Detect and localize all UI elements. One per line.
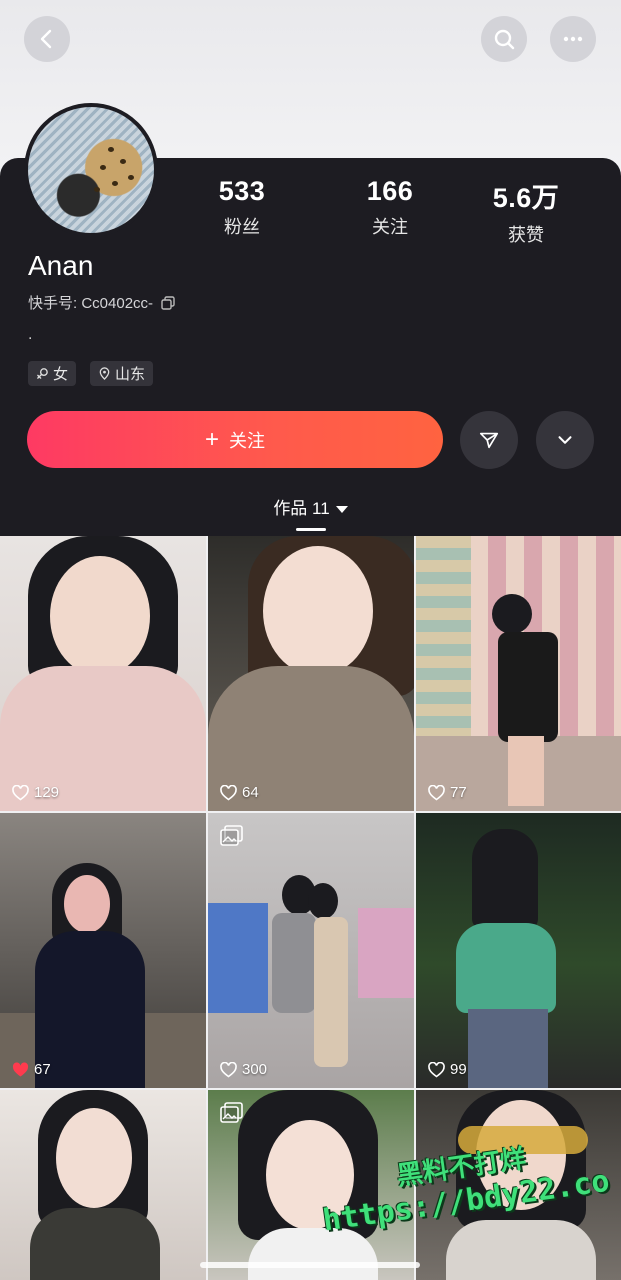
message-button[interactable] bbox=[460, 411, 518, 469]
photo-legs bbox=[508, 736, 544, 806]
likes-label: 获赞 bbox=[508, 225, 544, 245]
photo-person bbox=[314, 917, 348, 1067]
profile-name: Anan bbox=[28, 250, 94, 281]
work-item[interactable]: 99 bbox=[416, 813, 621, 1088]
user-id-row: 快手号: Cc0402cc- bbox=[28, 292, 175, 313]
gallery-multi-icon bbox=[220, 825, 243, 846]
like-count: 64 bbox=[220, 784, 259, 801]
works-tab-underline bbox=[296, 528, 326, 531]
follow-button[interactable]: + 关注 bbox=[27, 411, 443, 468]
chevron-left-icon bbox=[40, 29, 52, 49]
more-options-button[interactable] bbox=[550, 16, 596, 62]
heart-icon bbox=[12, 784, 29, 800]
photo-face bbox=[56, 1108, 132, 1208]
work-item[interactable]: 129 bbox=[0, 536, 206, 811]
profile-bio: . bbox=[28, 326, 33, 343]
following-label: 关注 bbox=[372, 217, 408, 237]
followers-label: 粉丝 bbox=[224, 217, 260, 237]
like-count-value: 67 bbox=[34, 1061, 51, 1078]
follow-button-label: 关注 bbox=[229, 430, 265, 451]
work-item[interactable]: 64 bbox=[208, 536, 414, 811]
user-id-text: 快手号: Cc0402cc- bbox=[28, 295, 154, 312]
back-button[interactable] bbox=[24, 16, 70, 62]
photo-top bbox=[446, 1220, 596, 1280]
stat-following[interactable]: 166 关注 bbox=[330, 176, 450, 239]
like-count: 129 bbox=[12, 784, 59, 801]
following-count: 166 bbox=[366, 176, 414, 206]
likes-count: 5.6万 bbox=[492, 183, 560, 213]
like-count: 300 bbox=[220, 1061, 267, 1078]
heart-icon bbox=[428, 1061, 445, 1077]
photo-shirt bbox=[248, 1228, 378, 1280]
heart-icon bbox=[220, 1061, 237, 1077]
gallery-multi-icon bbox=[220, 1102, 243, 1123]
more-dots-icon bbox=[563, 36, 583, 42]
work-item[interactable]: 77 bbox=[416, 536, 621, 811]
like-count-value: 77 bbox=[450, 784, 467, 801]
expand-button[interactable] bbox=[536, 411, 594, 469]
photo-hair bbox=[492, 594, 532, 634]
gender-tag-label: 女 bbox=[53, 366, 69, 383]
photo-jacket bbox=[35, 931, 145, 1088]
caret-down-icon bbox=[335, 506, 348, 514]
photo-hair bbox=[472, 829, 538, 929]
like-count-value: 300 bbox=[242, 1061, 268, 1078]
like-count-value: 129 bbox=[34, 784, 60, 801]
photo-top bbox=[456, 923, 556, 1013]
heart-icon bbox=[428, 784, 445, 800]
search-icon bbox=[494, 29, 515, 50]
location-pin-icon bbox=[99, 367, 110, 380]
send-paper-plane-icon bbox=[479, 432, 499, 449]
copy-icon[interactable] bbox=[161, 295, 175, 310]
stat-likes[interactable]: 5.6万 获赞 bbox=[466, 176, 586, 247]
work-item[interactable]: 300 bbox=[208, 813, 414, 1088]
photo-display bbox=[208, 903, 268, 1013]
gender-tag: 女 bbox=[28, 361, 77, 386]
chevron-down-icon bbox=[558, 436, 572, 444]
photo-display bbox=[358, 908, 414, 998]
photo-face bbox=[64, 875, 110, 933]
tab-works[interactable]: 作品 11 bbox=[0, 494, 621, 519]
photo-face bbox=[50, 556, 150, 676]
photo-top bbox=[30, 1208, 160, 1280]
location-tag-label: 山东 bbox=[115, 366, 146, 383]
heart-filled-icon bbox=[12, 1061, 29, 1076]
photo-hair bbox=[308, 883, 338, 919]
photo-jeans bbox=[468, 1009, 548, 1088]
followers-count: 533 bbox=[218, 176, 266, 206]
heart-icon bbox=[220, 784, 237, 800]
photo-person bbox=[272, 913, 316, 1013]
like-count: 99 bbox=[428, 1061, 467, 1078]
like-count: 77 bbox=[428, 784, 467, 801]
works-tab-label: 作品 11 bbox=[273, 499, 330, 518]
photo-dress bbox=[498, 632, 558, 742]
photo-face bbox=[263, 546, 373, 676]
gender-female-icon bbox=[37, 368, 48, 379]
like-count-value: 64 bbox=[242, 784, 259, 801]
work-item[interactable]: 67 bbox=[0, 813, 206, 1088]
search-button[interactable] bbox=[481, 16, 527, 62]
home-indicator bbox=[200, 1262, 420, 1268]
like-count: 67 bbox=[12, 1061, 51, 1078]
work-item[interactable] bbox=[0, 1090, 206, 1280]
avatar[interactable] bbox=[24, 103, 158, 237]
like-count-value: 99 bbox=[450, 1061, 467, 1078]
location-tag: 山东 bbox=[90, 361, 154, 386]
stat-followers[interactable]: 533 粉丝 bbox=[182, 176, 302, 239]
plus-icon: + bbox=[204, 425, 219, 453]
